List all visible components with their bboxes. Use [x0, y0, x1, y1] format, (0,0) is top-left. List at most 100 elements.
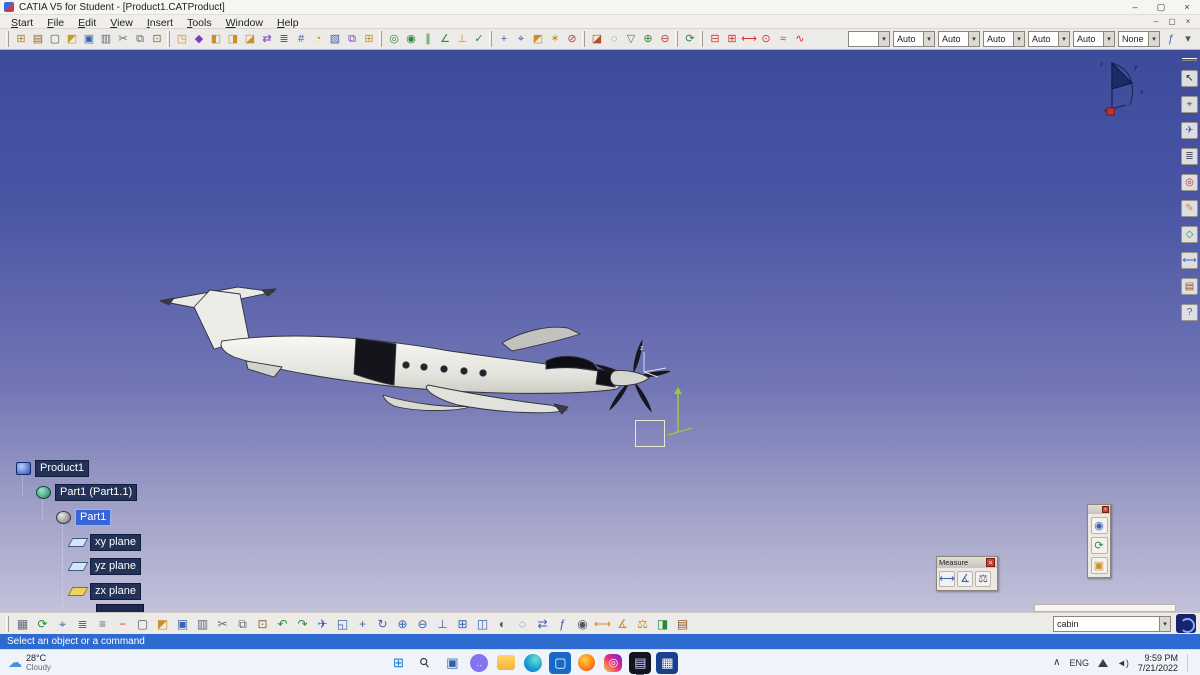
print-icon[interactable]: ▥ [98, 31, 114, 47]
file-explorer-icon[interactable] [497, 655, 516, 670]
measure-between-icon[interactable]: ⟷ [593, 615, 612, 633]
catia-taskbar-icon[interactable]: ▤ [629, 651, 652, 675]
search-button[interactable]: ⚲ [410, 647, 441, 675]
view-compass[interactable]: z y x [1092, 53, 1148, 125]
template-icon[interactable]: ⊞ [13, 31, 29, 47]
menu-window[interactable]: Window [219, 17, 270, 29]
seam-weld-icon[interactable]: ≈ [775, 31, 791, 47]
instagram-icon[interactable]: ◎ [604, 653, 623, 672]
fix-component-icon[interactable]: ⊥ [454, 31, 470, 47]
explode-icon[interactable]: ✶ [547, 31, 563, 47]
chat-icon[interactable]: ‥ [470, 653, 489, 672]
layer-combo[interactable]: Auto ▾ [1073, 31, 1115, 47]
add-icon[interactable]: ⊕ [640, 31, 656, 47]
p2-ui-icon[interactable]: ▦ [13, 615, 32, 633]
measure-between-icon[interactable]: ⟷ [939, 571, 955, 587]
point-type-combo[interactable]: Auto ▾ [938, 31, 980, 47]
cut-icon[interactable]: ✂ [213, 615, 232, 633]
center-graph-icon[interactable]: ⌖ [1181, 96, 1198, 113]
normal-view-icon[interactable]: ⊥ [433, 615, 452, 633]
update-icon[interactable]: ⟳ [33, 615, 52, 633]
sketch-wireframe[interactable] [635, 420, 665, 447]
tree-node-part1-instance[interactable]: Part1 (Part1.1) [55, 484, 138, 502]
zoom-out-icon[interactable]: ⊖ [413, 615, 432, 633]
image-capture-icon[interactable]: ◉ [573, 615, 592, 633]
palette-titlebar[interactable]: × [1088, 505, 1110, 514]
line-type-combo[interactable]: Auto ▾ [893, 31, 935, 47]
cut-icon[interactable]: ✂ [115, 31, 131, 47]
menu-start[interactable]: Start [4, 17, 40, 29]
maximize-button[interactable]: ▢ [1148, 0, 1174, 14]
thickness-combo[interactable]: Auto ▾ [983, 31, 1025, 47]
stop-manipulate-icon[interactable]: ⊘ [564, 31, 580, 47]
power-input-value[interactable]: cabin [1054, 619, 1159, 629]
specification-tree-icon[interactable]: ≣ [1181, 148, 1198, 165]
tree-node-product1[interactable]: Product1 [35, 459, 90, 477]
manage-representations-icon[interactable]: ▧ [327, 31, 343, 47]
angle-constraint-icon[interactable]: ∠ [437, 31, 453, 47]
close-button[interactable]: × [1174, 0, 1200, 14]
graph-icon[interactable]: ≣ [73, 615, 92, 633]
undo-icon[interactable]: ↶ [273, 615, 292, 633]
sketcher-icon[interactable]: ✎ [1181, 200, 1198, 217]
render-style-icon[interactable]: ◐ [493, 615, 512, 633]
help-icon[interactable]: ? [1181, 304, 1198, 321]
sectioning-icon[interactable]: ⊞ [724, 31, 740, 47]
edge-icon[interactable] [524, 653, 543, 672]
blue-app-icon[interactable]: ▦ [656, 651, 679, 674]
menu-view[interactable]: View [103, 17, 140, 29]
multi-instantiation-icon[interactable]: ⧉ [344, 31, 360, 47]
new-product-icon[interactable]: ◆ [191, 31, 207, 47]
axis-system-icon[interactable]: ⌖ [53, 615, 72, 633]
menu-help[interactable]: Help [270, 17, 306, 29]
existing-component-positioned-icon[interactable]: ◪ [242, 31, 258, 47]
tree-node-part1[interactable]: Part1 [75, 508, 112, 526]
minimize-button[interactable]: – [1122, 0, 1148, 14]
fly-mode-icon[interactable]: ✈ [313, 615, 332, 633]
firefox-icon[interactable] [578, 654, 596, 671]
plane-icon[interactable]: ◇ [1181, 226, 1198, 243]
power-input-combo[interactable]: cabin ▾ [1053, 615, 1171, 632]
measure-dialog-titlebar[interactable]: Measure × [937, 557, 997, 568]
tree-node-yz-plane[interactable]: yz plane [90, 558, 141, 576]
zoom-in-icon[interactable]: ⊕ [393, 615, 412, 633]
graphic-weight-combo[interactable]: ▾ [848, 31, 890, 47]
hole-icon[interactable]: ◌ [606, 31, 622, 47]
aircraft-model[interactable] [150, 279, 670, 464]
open-icon[interactable]: ◩ [153, 615, 172, 633]
quick-view-icon[interactable]: ◫ [473, 615, 492, 633]
pocket-icon[interactable]: ▽ [623, 31, 639, 47]
enhanced-scene-icon[interactable]: ◉ [1090, 517, 1108, 534]
save-icon[interactable]: ▣ [81, 31, 97, 47]
generate-numbering-icon[interactable]: # [293, 31, 309, 47]
measure-inertia-icon[interactable]: ⚖ [975, 571, 991, 587]
color-combo[interactable]: Auto ▾ [1028, 31, 1070, 47]
new-icon[interactable]: ▢ [47, 31, 63, 47]
graph-tree-reordering-icon[interactable]: ≣ [276, 31, 292, 47]
filter-combo[interactable]: None ▾ [1118, 31, 1160, 47]
show-desktop-button[interactable] [1186, 653, 1190, 672]
clash-icon[interactable]: ⊟ [707, 31, 723, 47]
offset-constraint-icon[interactable]: ∥ [420, 31, 436, 47]
rotate-icon[interactable]: ↻ [373, 615, 392, 633]
tree-node-zx-plane[interactable]: zx plane [90, 582, 141, 600]
plane-icon[interactable] [67, 562, 89, 572]
multi-view-icon[interactable]: ⊞ [453, 615, 472, 633]
plane-icon[interactable] [67, 537, 89, 547]
pan-icon[interactable]: + [353, 615, 372, 633]
menu-edit[interactable]: Edit [71, 17, 103, 29]
doc-minimize-button[interactable]: – [1148, 17, 1164, 26]
menu-file[interactable]: File [40, 17, 71, 29]
quick-constraint-icon[interactable]: ✓ [471, 31, 487, 47]
wifi-icon[interactable] [1098, 658, 1109, 667]
task-view-button[interactable]: ▣ [441, 652, 463, 674]
menu-insert[interactable]: Insert [140, 17, 180, 29]
catalog-icon[interactable]: ▤ [1181, 278, 1198, 295]
manipulation-icon[interactable]: + [496, 31, 512, 47]
snapshot-icon[interactable]: ▣ [1090, 557, 1108, 574]
interrupt-icon[interactable]: − [113, 615, 132, 633]
compass-icon[interactable]: ◎ [1181, 174, 1198, 191]
snap-icon[interactable]: ⌖ [513, 31, 529, 47]
select-icon[interactable]: ↖ [1181, 70, 1198, 87]
doc-close-button[interactable]: × [1180, 17, 1196, 26]
